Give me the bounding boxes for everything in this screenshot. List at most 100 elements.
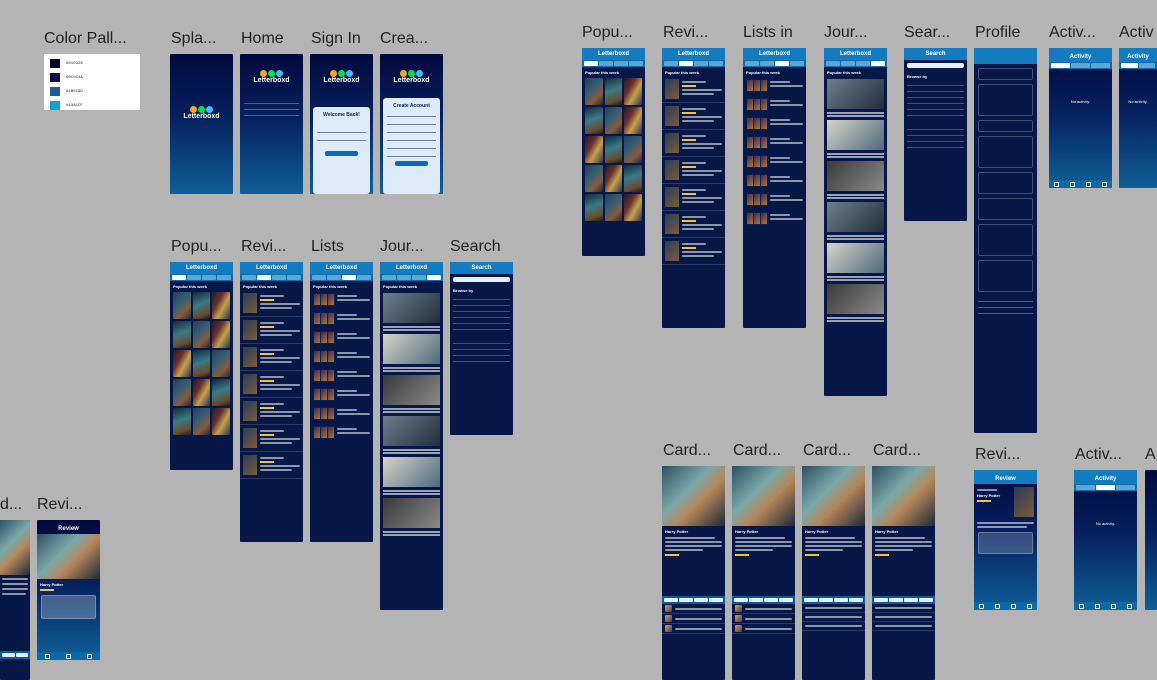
frame-title-sign-in[interactable]: Sign In bbox=[311, 30, 361, 48]
movie-poster[interactable] bbox=[173, 321, 191, 348]
tab-journal[interactable] bbox=[357, 275, 371, 280]
frame-title-reviews-top[interactable]: Revi... bbox=[663, 24, 708, 42]
tab-crew[interactable] bbox=[819, 598, 833, 602]
journal-image[interactable] bbox=[383, 293, 440, 323]
form-field[interactable] bbox=[387, 112, 436, 117]
movie-poster[interactable] bbox=[604, 136, 623, 163]
review-item[interactable] bbox=[662, 103, 725, 130]
journal-image[interactable] bbox=[827, 202, 884, 232]
search-frame-2[interactable]: Search Browse by bbox=[904, 48, 967, 221]
splash-frame[interactable]: Letterboxd bbox=[170, 54, 233, 194]
frame-title-splash[interactable]: Spla... bbox=[171, 30, 216, 48]
frame-title-reviews-bottom-left[interactable]: Revi... bbox=[37, 496, 82, 514]
form-field[interactable] bbox=[387, 128, 436, 133]
movie-poster[interactable] bbox=[212, 379, 230, 406]
search-input[interactable] bbox=[453, 277, 510, 282]
list-item[interactable] bbox=[310, 423, 373, 442]
tab-genres[interactable] bbox=[779, 598, 793, 602]
journal-image[interactable] bbox=[383, 334, 440, 364]
review-item[interactable] bbox=[662, 211, 725, 238]
nav-icon[interactable] bbox=[87, 653, 92, 659]
tab-lists[interactable] bbox=[342, 275, 356, 280]
cast-row[interactable] bbox=[662, 614, 725, 624]
profile-card[interactable] bbox=[978, 260, 1033, 292]
cast-row[interactable] bbox=[732, 604, 795, 614]
genre-row[interactable] bbox=[872, 604, 935, 613]
comment-box[interactable] bbox=[41, 595, 96, 619]
tab-lists[interactable] bbox=[412, 275, 426, 280]
review-item[interactable] bbox=[662, 184, 725, 211]
review-item[interactable] bbox=[662, 76, 725, 103]
frame-title-card-4[interactable]: Card... bbox=[873, 442, 921, 460]
tab-journal[interactable] bbox=[287, 275, 301, 280]
movie-card-frame[interactable]: Harry Potter bbox=[872, 466, 935, 680]
list-item[interactable] bbox=[743, 76, 806, 95]
detail-row[interactable] bbox=[802, 613, 865, 622]
tab-films[interactable] bbox=[242, 275, 256, 280]
review-detail-frame[interactable]: Review Harry Potter bbox=[974, 470, 1037, 610]
review-item[interactable] bbox=[240, 290, 303, 317]
movie-poster[interactable] bbox=[624, 165, 642, 192]
nav-icon[interactable] bbox=[995, 603, 1001, 609]
journal-frame[interactable]: Letterboxd Popular this week bbox=[380, 262, 443, 610]
tab-journal[interactable] bbox=[871, 61, 885, 66]
submit-button[interactable] bbox=[395, 161, 428, 166]
profile-card[interactable] bbox=[978, 68, 1033, 80]
frame-title-journal-mid[interactable]: Jour... bbox=[380, 238, 424, 256]
profile-card[interactable] bbox=[978, 198, 1033, 220]
nav-icon[interactable] bbox=[1101, 181, 1107, 187]
journal-image[interactable] bbox=[827, 120, 884, 150]
profile-card[interactable] bbox=[978, 120, 1033, 132]
list-item[interactable] bbox=[743, 114, 806, 133]
journal-image[interactable] bbox=[827, 161, 884, 191]
login-button[interactable] bbox=[325, 151, 358, 156]
tab-details[interactable] bbox=[694, 598, 708, 602]
frame-title-search-top[interactable]: Sear... bbox=[904, 24, 950, 42]
movie-poster[interactable] bbox=[585, 136, 603, 163]
frame-title-card-2[interactable]: Card... bbox=[733, 442, 781, 460]
lists-frame[interactable]: Letterboxd Popular this week bbox=[310, 262, 373, 542]
movie-poster[interactable] bbox=[212, 321, 230, 348]
frame-title-journal-top[interactable]: Jour... bbox=[824, 24, 868, 42]
movie-card-frame[interactable]: Harry Potter bbox=[802, 466, 865, 680]
tab-reviews[interactable] bbox=[187, 275, 201, 280]
tab-genres[interactable] bbox=[919, 598, 933, 602]
password-field[interactable] bbox=[317, 136, 366, 141]
tab-reviews[interactable] bbox=[679, 61, 693, 66]
frame-title-card-1[interactable]: Card... bbox=[663, 442, 711, 460]
movie-poster[interactable] bbox=[173, 408, 191, 435]
activity-frame-3[interactable]: Activity No activity. bbox=[1074, 470, 1137, 610]
frame-title-profile[interactable]: Profile bbox=[975, 24, 1020, 42]
movie-poster[interactable] bbox=[192, 292, 211, 319]
movie-poster[interactable] bbox=[212, 292, 230, 319]
nav-icon[interactable] bbox=[1070, 181, 1076, 187]
tab-following[interactable] bbox=[1051, 63, 1070, 68]
review-item[interactable] bbox=[662, 130, 725, 157]
reviews-frame-2[interactable]: Letterboxd Popular this week bbox=[662, 48, 725, 328]
tab-reviews[interactable] bbox=[841, 61, 855, 66]
movie-card-frame[interactable]: Harry Potter bbox=[732, 466, 795, 680]
review-item[interactable] bbox=[240, 398, 303, 425]
review-poster[interactable] bbox=[1014, 487, 1034, 517]
review-item[interactable] bbox=[240, 452, 303, 479]
movie-poster[interactable] bbox=[173, 379, 191, 406]
browse-row[interactable] bbox=[453, 324, 510, 330]
frame-title-reviews-right[interactable]: Revi... bbox=[975, 446, 1020, 464]
tab-following[interactable] bbox=[1121, 63, 1138, 68]
browse-row[interactable] bbox=[907, 142, 964, 148]
tab-journal[interactable] bbox=[629, 61, 643, 66]
nav-icon[interactable] bbox=[45, 653, 50, 659]
tab-cast[interactable] bbox=[664, 598, 678, 602]
cast-row[interactable] bbox=[662, 604, 725, 614]
tab-lists[interactable] bbox=[614, 61, 628, 66]
tab-you[interactable] bbox=[1096, 485, 1115, 490]
tab-details[interactable] bbox=[834, 598, 848, 602]
detail-row[interactable] bbox=[802, 622, 865, 631]
list-item[interactable] bbox=[743, 209, 806, 228]
cast-row[interactable] bbox=[662, 624, 725, 634]
nav-icon[interactable] bbox=[1095, 603, 1101, 609]
tab-you[interactable] bbox=[1071, 63, 1090, 68]
journal-image[interactable] bbox=[827, 284, 884, 314]
nav-icon[interactable] bbox=[1079, 603, 1085, 609]
sign-in-frame[interactable]: Letterboxd Welcome Back! bbox=[310, 54, 373, 194]
